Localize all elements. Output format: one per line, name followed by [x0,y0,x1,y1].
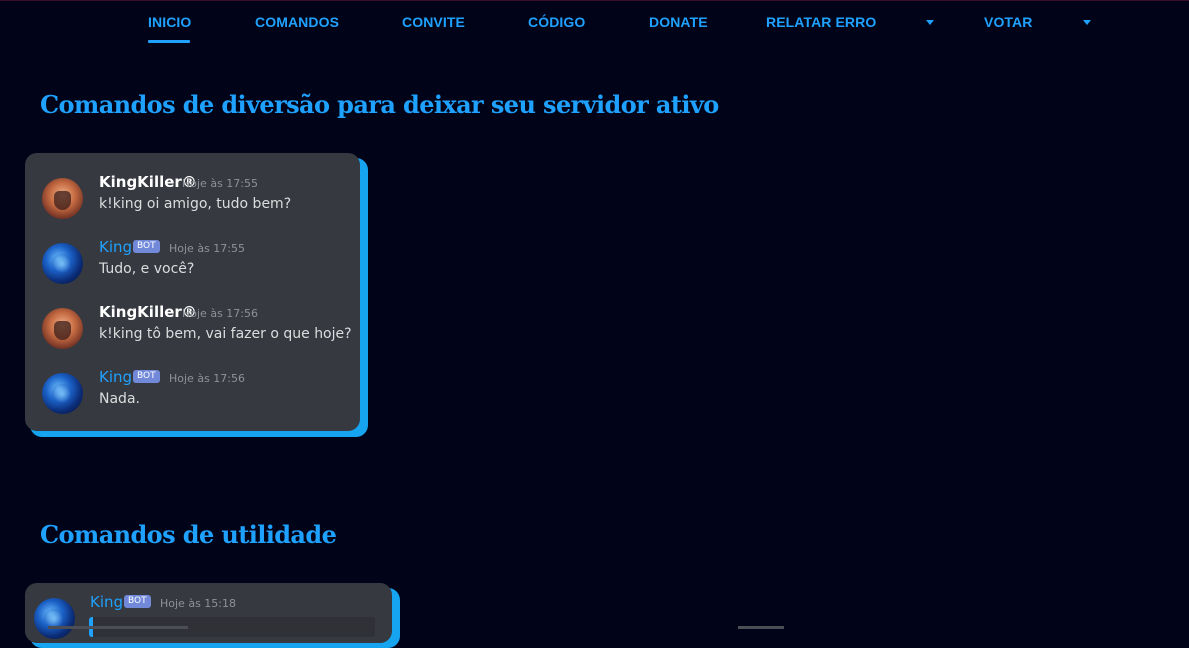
bot-badge: BOT [133,240,160,253]
bot-badge: BOT [124,595,151,608]
message-timestamp: Hoje às 17:56 [182,307,258,320]
chat-message: KingKiller® Hoje às 17:56 k!king tô bem,… [25,303,360,355]
nav-comandos[interactable]: COMANDOS [255,14,339,30]
nav-codigo[interactable]: CÓDIGO [528,14,585,30]
chat-preview-fun: KingKiller® Hoje às 17:55 k!king oi amig… [25,153,360,431]
message-text: Tudo, e você? [99,261,195,277]
message-author: King [90,593,124,611]
message-author: King [99,368,133,386]
message-author: King [99,238,133,256]
bot-avatar [34,598,75,639]
nav-active-indicator [148,40,190,43]
chat-preview-utility: King BOT Hoje às 15:18 [25,583,392,643]
bot-badge: BOT [133,370,160,383]
message-timestamp: Hoje às 15:18 [160,597,236,610]
bot-avatar [42,373,83,414]
section-title-utility: Comandos de utilidade [40,520,337,549]
message-text: k!king tô bem, vai fazer o que hoje? [99,326,352,342]
nav-donate[interactable]: DONATE [649,14,708,30]
message-timestamp: Hoje às 17:55 [182,177,258,190]
nav-votar[interactable]: VOTAR [984,14,1032,30]
user-avatar [42,308,83,349]
chat-message: KingKiller® Hoje às 17:55 k!king oi amig… [25,173,360,225]
bot-avatar [42,243,83,284]
votar-dropdown-chevron-down-icon[interactable] [1083,20,1091,25]
nav-inicio[interactable]: INICIO [148,14,191,30]
message-timestamp: Hoje às 17:55 [169,242,245,255]
nav-convite[interactable]: CONVITE [402,14,465,30]
relatar-erro-dropdown-chevron-down-icon[interactable] [926,20,934,25]
chat-message: King BOT Hoje às 17:55 Tudo, e você? [25,238,360,290]
message-timestamp: Hoje às 17:56 [169,372,245,385]
chat-message: King BOT Hoje às 17:56 Nada. [25,368,360,420]
nav-relatar-erro[interactable]: RELATAR ERRO [766,14,876,30]
message-text: k!king oi amigo, tudo bem? [99,196,292,212]
message-text: Nada. [99,391,140,407]
section-title-fun: Comandos de diversão para deixar seu ser… [40,90,719,119]
main-nav: INICIO COMANDOS CONVITE CÓDIGO DONATE RE… [0,0,1189,48]
user-avatar [42,178,83,219]
